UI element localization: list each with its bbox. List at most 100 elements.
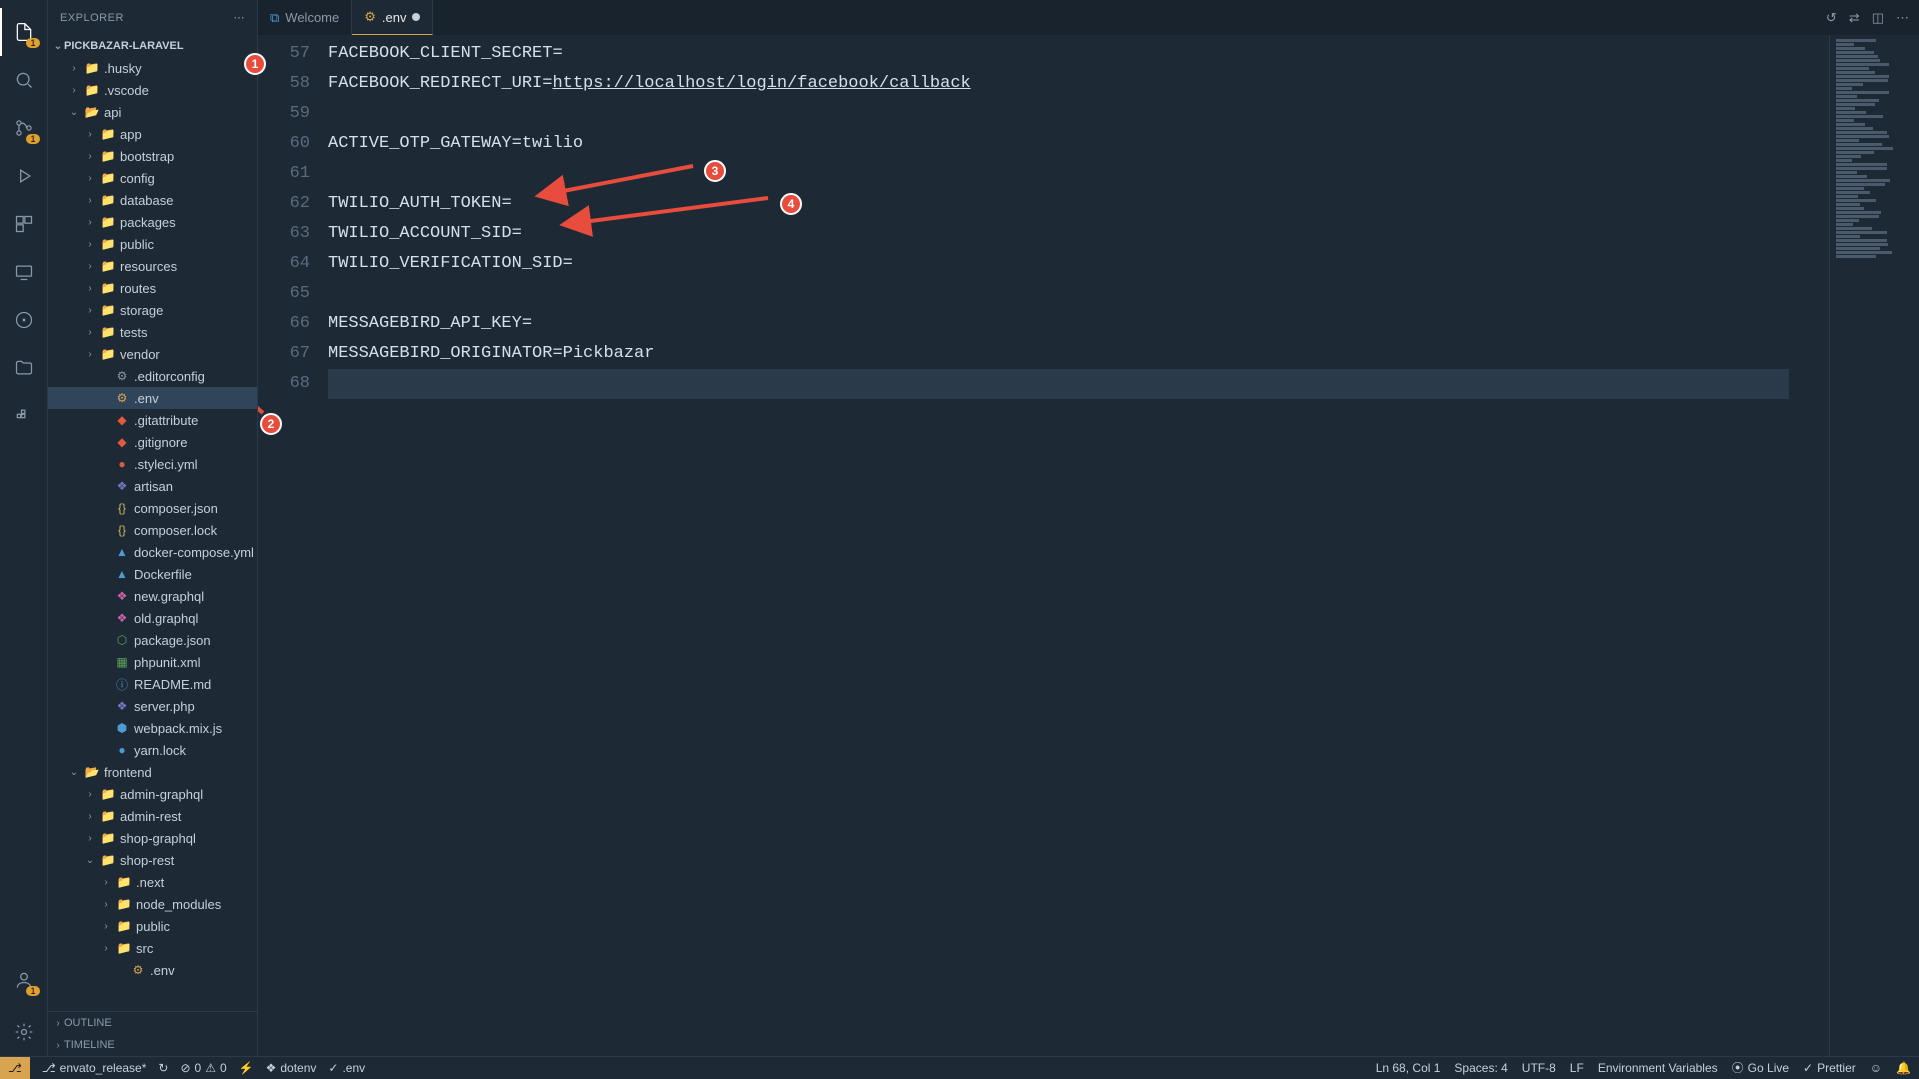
status-prettier[interactable]: ✓ Prettier xyxy=(1803,1061,1856,1075)
tree-item[interactable]: ›📁.vscode xyxy=(48,79,257,101)
status-language-server[interactable]: ❖ dotenv xyxy=(266,1061,317,1075)
tree-item[interactable]: ⌄📁shop-rest xyxy=(48,849,257,871)
tree-item-label: new.graphql xyxy=(134,589,204,604)
code-line[interactable]: ACTIVE_OTP_GATEWAY=twilio xyxy=(328,129,1829,159)
status-port[interactable]: ⚡ xyxy=(239,1061,254,1075)
tree-item[interactable]: ›📁.husky xyxy=(48,57,257,79)
tree-item[interactable]: ›📁storage xyxy=(48,299,257,321)
tree-item[interactable]: ⚙.env xyxy=(48,959,257,981)
tree-item[interactable]: ›📁routes xyxy=(48,277,257,299)
tree-item[interactable]: ›📁database xyxy=(48,189,257,211)
file-type-icon: ● xyxy=(114,457,130,471)
tree-item[interactable]: {}composer.json xyxy=(48,497,257,519)
status-problems[interactable]: ⊘0 ⚠0 xyxy=(180,1061,226,1075)
tree-item-label: README.md xyxy=(134,677,211,692)
activity-search[interactable] xyxy=(0,56,48,104)
chevron-right-icon: › xyxy=(68,63,80,74)
tree-item[interactable]: ▲docker-compose.yml xyxy=(48,541,257,563)
minimap[interactable] xyxy=(1829,35,1919,1056)
tree-item[interactable]: {}composer.lock xyxy=(48,519,257,541)
tree-item[interactable]: ›📁public xyxy=(48,233,257,255)
tree-item[interactable]: ›📁resources xyxy=(48,255,257,277)
activity-accounts[interactable]: 1 xyxy=(0,956,48,1004)
tree-item[interactable]: ●yarn.lock xyxy=(48,739,257,761)
code-content[interactable]: FACEBOOK_CLIENT_SECRET=FACEBOOK_REDIRECT… xyxy=(328,35,1829,1056)
code-line[interactable] xyxy=(328,369,1829,399)
activity-extensions[interactable] xyxy=(0,200,48,248)
project-root[interactable]: ⌄ PICKBAZAR-LARAVEL xyxy=(48,35,257,57)
tree-item[interactable]: ›📁admin-graphql xyxy=(48,783,257,805)
tree-item[interactable]: ›📁admin-rest xyxy=(48,805,257,827)
tree-item[interactable]: ⚙.editorconfig xyxy=(48,365,257,387)
code-line[interactable]: TWILIO_ACCOUNT_SID= xyxy=(328,219,1829,249)
status-encoding[interactable]: UTF-8 xyxy=(1522,1061,1556,1075)
activity-docker[interactable] xyxy=(0,392,48,440)
tree-item[interactable]: ◆.gitignore xyxy=(48,431,257,453)
status-file[interactable]: ✓ .env xyxy=(328,1061,365,1075)
tree-item[interactable]: ❖server.php xyxy=(48,695,257,717)
tab-welcome[interactable]: ⧉ Welcome xyxy=(258,0,352,35)
activity-settings[interactable] xyxy=(0,1008,48,1056)
tree-item[interactable]: ›📁packages xyxy=(48,211,257,233)
status-golive[interactable]: ⦿ Go Live xyxy=(1732,1059,1789,1076)
status-language[interactable]: Environment Variables xyxy=(1598,1061,1718,1075)
tree-item[interactable]: ›📁config xyxy=(48,167,257,189)
code-line[interactable]: MESSAGEBIRD_API_KEY= xyxy=(328,309,1829,339)
code-line[interactable]: FACEBOOK_REDIRECT_URI=https://localhost/… xyxy=(328,69,1829,99)
tree-item[interactable]: ›📁shop-graphql xyxy=(48,827,257,849)
activity-remote[interactable] xyxy=(0,248,48,296)
status-feedback[interactable]: ☺ xyxy=(1870,1061,1882,1075)
tree-item[interactable]: ›📁bootstrap xyxy=(48,145,257,167)
status-bell[interactable]: 🔔 xyxy=(1896,1061,1911,1075)
split-icon[interactable]: ◫ xyxy=(1872,10,1884,26)
activity-scm[interactable]: 1 xyxy=(0,104,48,152)
code-line[interactable] xyxy=(328,99,1829,129)
tree-item[interactable]: ▦phpunit.xml xyxy=(48,651,257,673)
tree-item[interactable]: ●.styleci.yml xyxy=(48,453,257,475)
tree-item[interactable]: ›📁node_modules xyxy=(48,893,257,915)
status-position[interactable]: Ln 68, Col 1 xyxy=(1376,1061,1441,1075)
code-line[interactable]: FACEBOOK_CLIENT_SECRET= xyxy=(328,39,1829,69)
status-eol[interactable]: LF xyxy=(1570,1061,1584,1075)
status-remote[interactable]: ⎇ xyxy=(0,1057,30,1079)
tree-item[interactable]: ▲Dockerfile xyxy=(48,563,257,585)
code-line[interactable] xyxy=(328,279,1829,309)
sidebar-more-icon[interactable]: ⋯ xyxy=(234,11,246,24)
timeline-section[interactable]: › TIMELINE xyxy=(48,1034,257,1056)
compare-icon[interactable]: ⇄ xyxy=(1849,10,1860,26)
tree-item[interactable]: ›📁.next xyxy=(48,871,257,893)
tree-item[interactable]: ❖artisan xyxy=(48,475,257,497)
activity-explorer[interactable]: 1 xyxy=(0,8,48,56)
tree-item[interactable]: ›📁tests xyxy=(48,321,257,343)
tree-item[interactable]: ⬢webpack.mix.js xyxy=(48,717,257,739)
tree-item[interactable]: ◆.gitattribute xyxy=(48,409,257,431)
tree-item[interactable]: ❖new.graphql xyxy=(48,585,257,607)
outline-section[interactable]: › OUTLINE xyxy=(48,1012,257,1034)
tree-item[interactable]: ›📁public xyxy=(48,915,257,937)
chevron-right-icon: › xyxy=(84,261,96,272)
tree-item[interactable]: ›📁app xyxy=(48,123,257,145)
tree-item[interactable]: ⚙.env xyxy=(48,387,257,409)
activity-debug[interactable] xyxy=(0,152,48,200)
more-icon[interactable]: ⋯ xyxy=(1896,10,1909,26)
status-spaces[interactable]: Spaces: 4 xyxy=(1454,1061,1507,1075)
tree-item[interactable]: ⬡package.json xyxy=(48,629,257,651)
code-line[interactable]: TWILIO_VERIFICATION_SID= xyxy=(328,249,1829,279)
tree-item[interactable]: ⌄📂frontend xyxy=(48,761,257,783)
tree-item[interactable]: ›📁src xyxy=(48,937,257,959)
broadcast-icon: ⦿ xyxy=(1732,1059,1744,1076)
code-line[interactable] xyxy=(328,159,1829,189)
status-sync[interactable]: ↻ xyxy=(158,1061,168,1075)
code-line[interactable]: MESSAGEBIRD_ORIGINATOR=Pickbazar xyxy=(328,339,1829,369)
activity-folder[interactable] xyxy=(0,344,48,392)
tree-item[interactable]: ›📁vendor xyxy=(48,343,257,365)
status-branch[interactable]: ⎇ envato_release* xyxy=(42,1061,147,1075)
tab-env[interactable]: ⚙ .env xyxy=(352,0,433,35)
history-icon[interactable]: ↺ xyxy=(1826,10,1837,26)
activity-target[interactable] xyxy=(0,296,48,344)
tree-item[interactable]: ❖old.graphql xyxy=(48,607,257,629)
tree-item[interactable]: ⓘREADME.md xyxy=(48,673,257,695)
tree-item[interactable]: ⌄📂api xyxy=(48,101,257,123)
tree-item-label: .env xyxy=(150,963,175,978)
code-line[interactable]: TWILIO_AUTH_TOKEN= xyxy=(328,189,1829,219)
